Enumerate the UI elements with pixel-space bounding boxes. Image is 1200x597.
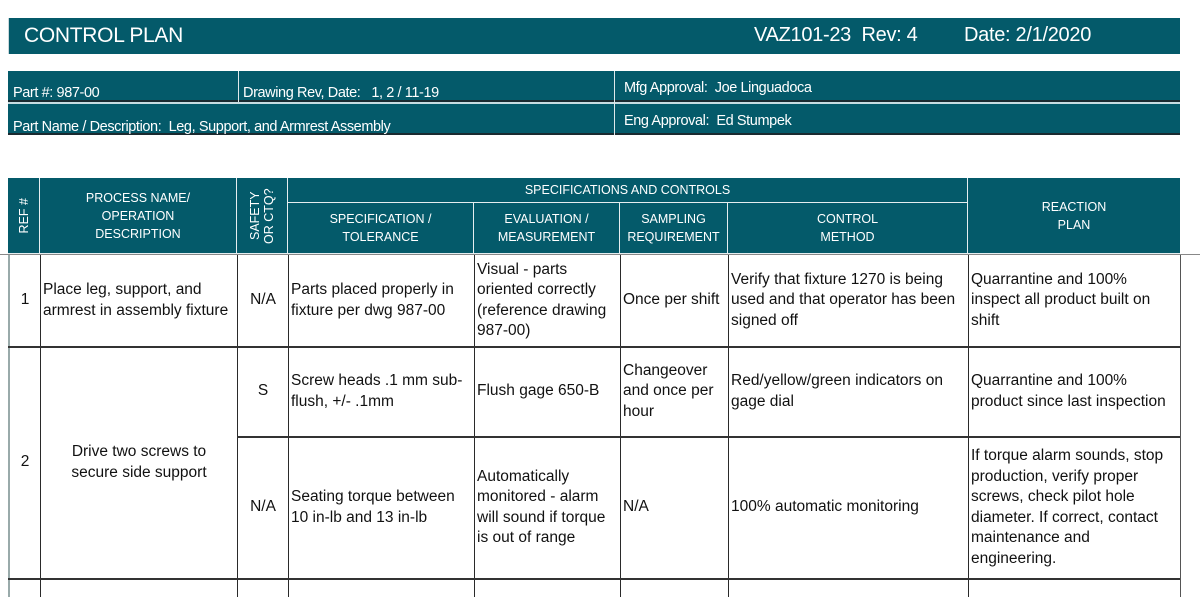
drawing-rev-date: Drawing Rev, Date: 1, 2 / 11-19 xyxy=(243,85,439,101)
header-specification: SPECIFICATION / TOLERANCE xyxy=(288,203,474,254)
row-2b-spec: Seating torque between 10 in-lb and 13 i… xyxy=(291,488,455,526)
header-specifications-and-controls: SPECIFICATIONS AND CONTROLS xyxy=(288,178,968,203)
part-number: Part #: 987-00 xyxy=(13,85,100,101)
row-1-sampling: Once per shift xyxy=(623,291,720,309)
row-2a-safety: S xyxy=(257,382,269,400)
row-1-reaction: Quarrantine and 100% inspect all product… xyxy=(971,270,1151,329)
eng-approval: Eng Approval: Ed Stumpek xyxy=(624,113,792,129)
header-spec-label: SPECIFICATION / TOLERANCE xyxy=(329,212,432,244)
header-control-label: CONTROL METHOD xyxy=(816,212,879,244)
header-safety-label: SAFETY OR CTQ? xyxy=(248,187,276,244)
row-1-process: Place leg, support, and armrest in assem… xyxy=(43,281,229,319)
info-divider xyxy=(238,71,239,102)
row-2b-control: 100% automatic monitoring xyxy=(731,498,919,516)
row-1-safety: N/A xyxy=(250,291,276,309)
header-ref: REF # xyxy=(8,178,40,254)
part-name-description: Part Name / Description: Leg, Support, a… xyxy=(13,119,391,135)
header-control-method: CONTROL METHOD xyxy=(728,203,968,254)
row-1-ref: 1 xyxy=(20,291,30,309)
document-date: Date: 2/1/2020 xyxy=(964,24,1092,46)
row-1-spec: Parts placed properly in fixture per dwg… xyxy=(291,281,454,319)
document-title: CONTROL PLAN xyxy=(24,24,183,47)
row-2b-sampling: N/A xyxy=(623,498,649,516)
header-evaluation: EVALUATION / MEASUREMENT xyxy=(474,203,620,254)
row-2b-reaction: If torque alarm sounds, stop production,… xyxy=(971,447,1164,567)
header-process: PROCESS NAME/ OPERATION DESCRIPTION xyxy=(40,178,237,254)
grid-line xyxy=(8,578,1180,580)
info-divider xyxy=(614,71,615,135)
header-reaction-plan: REACTION PLAN xyxy=(968,178,1180,254)
title-bar: CONTROL PLAN VAZ101-23 Rev: 4 Date: 2/1/… xyxy=(8,18,1180,54)
row-2a-reaction: Quarrantine and 100% product since last … xyxy=(971,372,1166,410)
header-evaluation-label: EVALUATION / MEASUREMENT xyxy=(497,212,596,244)
row-2-process-text: Drive two screws to secure side support xyxy=(71,443,207,481)
document-id-revision: VAZ101-23 Rev: 4 xyxy=(754,24,918,46)
part-info-block: Part #: 987-00 Drawing Rev, Date: 1, 2 /… xyxy=(8,71,1180,135)
row-2b-safety: N/A xyxy=(250,498,276,516)
part-info-row-1 xyxy=(8,71,1180,102)
row-2a-control: Red/yellow/green indicators on gage dial xyxy=(731,372,943,410)
header-spec-group-label: SPECIFICATIONS AND CONTROLS xyxy=(524,183,731,197)
row-2-process: Drive two screws to secure side support xyxy=(41,347,237,578)
header-process-label: PROCESS NAME/ OPERATION DESCRIPTION xyxy=(85,190,191,241)
header-reaction-label: REACTION PLAN xyxy=(1041,199,1107,232)
row-1-evaluation: Visual - parts oriented correctly (refer… xyxy=(477,260,607,340)
header-sampling: SAMPLING REQUIREMENT xyxy=(620,203,728,254)
control-plan-table: REF # PROCESS NAME/ OPERATION DESCRIPTIO… xyxy=(0,178,1200,597)
header-safety: SAFETY OR CTQ? xyxy=(237,178,288,254)
row-2a-sampling: Changeover and once per hour xyxy=(623,361,714,420)
header-sampling-label: SAMPLING REQUIREMENT xyxy=(627,212,720,244)
row-2b-evaluation: Automatically monitored - alarm will sou… xyxy=(477,467,606,547)
row-1-control: Verify that fixture 1270 is being used a… xyxy=(731,270,956,329)
row-2-ref: 2 xyxy=(20,453,30,471)
header-ref-label: REF # xyxy=(16,197,31,234)
mfg-approval: Mfg Approval: Joe Linguadoca xyxy=(624,80,812,96)
row-2a-spec: Screw heads .1 mm sub-flush, +/- .1mm xyxy=(291,372,463,410)
row-2a-evaluation: Flush gage 650-B xyxy=(477,382,600,400)
grid-line xyxy=(1180,254,1181,597)
